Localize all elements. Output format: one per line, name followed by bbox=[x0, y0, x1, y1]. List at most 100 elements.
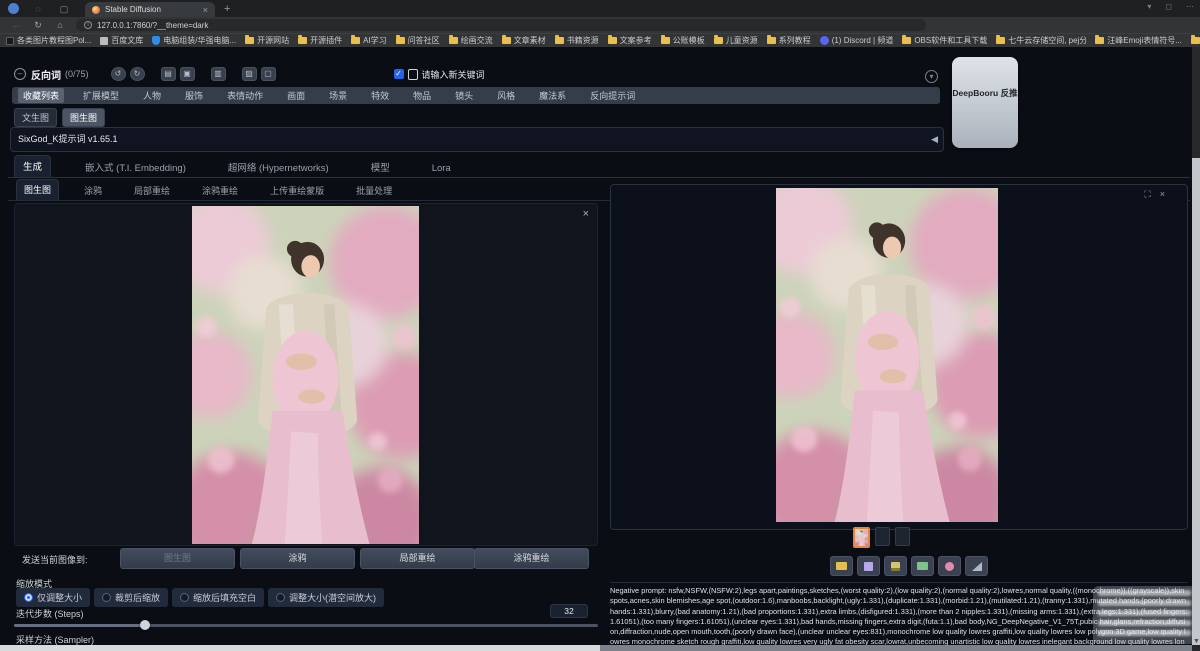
tab-lens[interactable]: 镜头 bbox=[450, 88, 478, 103]
tab-generate[interactable]: 生成 bbox=[14, 155, 51, 177]
thumbnail-selected[interactable] bbox=[853, 527, 870, 548]
home-icon[interactable]: ⌂ bbox=[54, 20, 66, 30]
bookmark-item[interactable]: 各类图片教程图Pol... bbox=[6, 35, 91, 46]
bookmark-folder[interactable]: 问答社区 bbox=[396, 35, 440, 46]
vertical-scrollbar[interactable]: ▼ bbox=[1192, 47, 1200, 651]
tab-clothing[interactable]: 服饰 bbox=[180, 88, 208, 103]
send-to-extras-button[interactable] bbox=[965, 556, 988, 576]
thumbnail[interactable] bbox=[895, 527, 910, 546]
bookmark-folder[interactable]: 文章素材 bbox=[502, 35, 546, 46]
radio-latent-upscale[interactable]: 调整大小(潜空间放大) bbox=[268, 588, 384, 607]
open-folder-button[interactable] bbox=[830, 556, 853, 576]
tab-batch[interactable]: 批量处理 bbox=[349, 181, 399, 200]
profile-icon[interactable] bbox=[8, 3, 19, 14]
thumbnail[interactable] bbox=[875, 527, 890, 546]
bookmark-folder[interactable]: 自媒体运营 bbox=[1191, 35, 1200, 46]
bookmark-folder[interactable]: 开源插件 bbox=[298, 35, 342, 46]
tab-scene[interactable]: 场景 bbox=[324, 88, 352, 103]
bookmark-item[interactable]: 电脑组装/华强电脑... bbox=[152, 35, 236, 46]
bookmark-folder[interactable]: 文案参考 bbox=[608, 35, 652, 46]
tab-search-icon[interactable]: ▾ bbox=[1147, 2, 1151, 11]
tab-hypernetworks[interactable]: 超网络 (Hypernetworks) bbox=[220, 157, 337, 177]
expand-icon[interactable]: ⛶ bbox=[1144, 189, 1150, 200]
radio-crop-resize[interactable]: 裁剪后缩放 bbox=[94, 588, 168, 607]
horizontal-scrollbar[interactable] bbox=[0, 645, 1192, 651]
bookmark-folder[interactable]: 开源网站 bbox=[245, 35, 289, 46]
send-inpaint-button[interactable]: 局部重绘 bbox=[360, 548, 475, 569]
tab-img2img[interactable]: 图生图 bbox=[16, 179, 59, 200]
tab-style[interactable]: 风格 bbox=[492, 88, 520, 103]
back-icon[interactable]: ← bbox=[10, 20, 22, 30]
send-img2img-button[interactable]: 图生图 bbox=[120, 548, 235, 569]
output-image[interactable] bbox=[776, 188, 998, 522]
undo-icon[interactable]: ↺ bbox=[111, 67, 126, 81]
steps-value-input[interactable]: 32 bbox=[550, 604, 588, 618]
send-inpaint-sketch-button[interactable]: 涂鸦重绘 bbox=[474, 548, 589, 569]
send-to-inpaint-button[interactable] bbox=[938, 556, 961, 576]
close-gallery-icon[interactable]: × bbox=[1160, 189, 1165, 200]
horizontal-scrollbar-thumb[interactable] bbox=[0, 645, 600, 651]
bookmark-folder[interactable]: 系列教程 bbox=[767, 35, 811, 46]
delete-icon[interactable]: ▢ bbox=[261, 67, 276, 81]
refresh-icon[interactable]: ↻ bbox=[32, 20, 44, 31]
vertical-scrollbar-thumb[interactable] bbox=[1192, 158, 1200, 645]
radio-resize-fill[interactable]: 缩放后填充空白 bbox=[172, 588, 264, 607]
save-icon[interactable]: ▤ bbox=[161, 67, 176, 81]
window-menu-icon[interactable]: ⋯ bbox=[1186, 2, 1194, 11]
send-to-img2img-button[interactable] bbox=[911, 556, 934, 576]
workspaces-icon[interactable]: ◌ bbox=[31, 3, 45, 15]
tab-favorites[interactable]: 收藏列表 bbox=[18, 88, 64, 103]
paste-icon[interactable]: ▨ bbox=[242, 67, 257, 81]
bookmark-folder[interactable]: 汪峰Emoji表情符号... bbox=[1095, 35, 1182, 46]
slider-handle[interactable] bbox=[140, 620, 150, 630]
site-info-icon[interactable]: i bbox=[84, 21, 92, 29]
bookmark-folder[interactable]: OBS软件和工具下载 bbox=[902, 35, 987, 46]
tab-negative-prompt[interactable]: 反向提示词 bbox=[585, 88, 640, 103]
bookmark-folder[interactable]: AI学习 bbox=[351, 35, 387, 46]
tab-character[interactable]: 人物 bbox=[138, 88, 166, 103]
address-bar[interactable]: i 127.0.0.1:7860/?__theme=dark bbox=[76, 19, 926, 31]
tab-inpaint-upload[interactable]: 上传重绘蒙版 bbox=[263, 181, 331, 200]
bookmark-folder[interactable]: 儿童资源 bbox=[714, 35, 758, 46]
tab-items[interactable]: 物品 bbox=[408, 88, 436, 103]
deepbooru-button[interactable]: DeepBooru 反推 bbox=[952, 57, 1018, 148]
tab-magic[interactable]: 魔法系 bbox=[534, 88, 571, 103]
radio-just-resize[interactable]: 仅调整大小 bbox=[16, 588, 90, 607]
tab-lora[interactable]: Lora bbox=[424, 160, 459, 177]
source-image-dropzone[interactable]: × bbox=[14, 203, 598, 546]
prompt-textarea[interactable]: SixGod_K提示词 v1.65.1 ◀ bbox=[10, 127, 944, 152]
send-sketch-button[interactable]: 涂鸦 bbox=[240, 548, 355, 569]
tab-txt2img-mode[interactable]: 文生图 bbox=[14, 108, 57, 127]
redo-icon[interactable]: ↻ bbox=[130, 67, 145, 81]
emoji-collapse-icon[interactable]: ▾ bbox=[925, 70, 938, 83]
browser-tab[interactable]: Stable Diffusion × bbox=[85, 2, 215, 17]
notification-icon[interactable]: ◻ bbox=[1165, 2, 1172, 11]
bookmark-icon[interactable]: ▣ bbox=[180, 67, 195, 81]
tab-inpaint[interactable]: 局部重绘 bbox=[127, 181, 177, 200]
tab-inpaint-sketch[interactable]: 涂鸦重绘 bbox=[195, 181, 245, 200]
close-tab-icon[interactable]: × bbox=[203, 5, 208, 15]
new-tab-button[interactable]: + bbox=[224, 3, 230, 15]
copy-icon[interactable]: ▥ bbox=[211, 67, 226, 81]
tab-embedding[interactable]: 嵌入式 (T.I. Embedding) bbox=[77, 157, 194, 177]
scroll-down-icon[interactable]: ▼ bbox=[1193, 638, 1200, 645]
steps-slider[interactable] bbox=[14, 621, 598, 629]
save-zip-button[interactable] bbox=[884, 556, 907, 576]
tab-picture[interactable]: 画面 bbox=[282, 88, 310, 103]
tab-models[interactable]: 模型 bbox=[363, 157, 398, 177]
bookmark-item[interactable]: (1) Discord | 频道 bbox=[820, 35, 894, 46]
keyword-input[interactable] bbox=[408, 69, 418, 80]
tab-expression[interactable]: 表情动作 bbox=[222, 88, 268, 103]
bookmark-item[interactable]: 百度文库 bbox=[100, 35, 143, 46]
bookmark-folder[interactable]: 绘画交流 bbox=[449, 35, 493, 46]
tab-actions-icon[interactable]: ▢ bbox=[57, 3, 71, 15]
tab-sketch[interactable]: 涂鸦 bbox=[77, 181, 109, 200]
save-image-button[interactable] bbox=[857, 556, 880, 576]
bookmark-folder[interactable]: 书籍资源 bbox=[555, 35, 599, 46]
prompt-collapse-icon[interactable]: ◀ bbox=[931, 134, 938, 145]
bookmark-folder[interactable]: 七牛云存储空间, pej分... bbox=[996, 35, 1086, 46]
tab-img2img-mode[interactable]: 图生图 bbox=[62, 108, 105, 127]
tab-ext-models[interactable]: 扩展模型 bbox=[78, 88, 124, 103]
tab-effects[interactable]: 特效 bbox=[366, 88, 394, 103]
remove-image-icon[interactable]: × bbox=[583, 208, 589, 220]
